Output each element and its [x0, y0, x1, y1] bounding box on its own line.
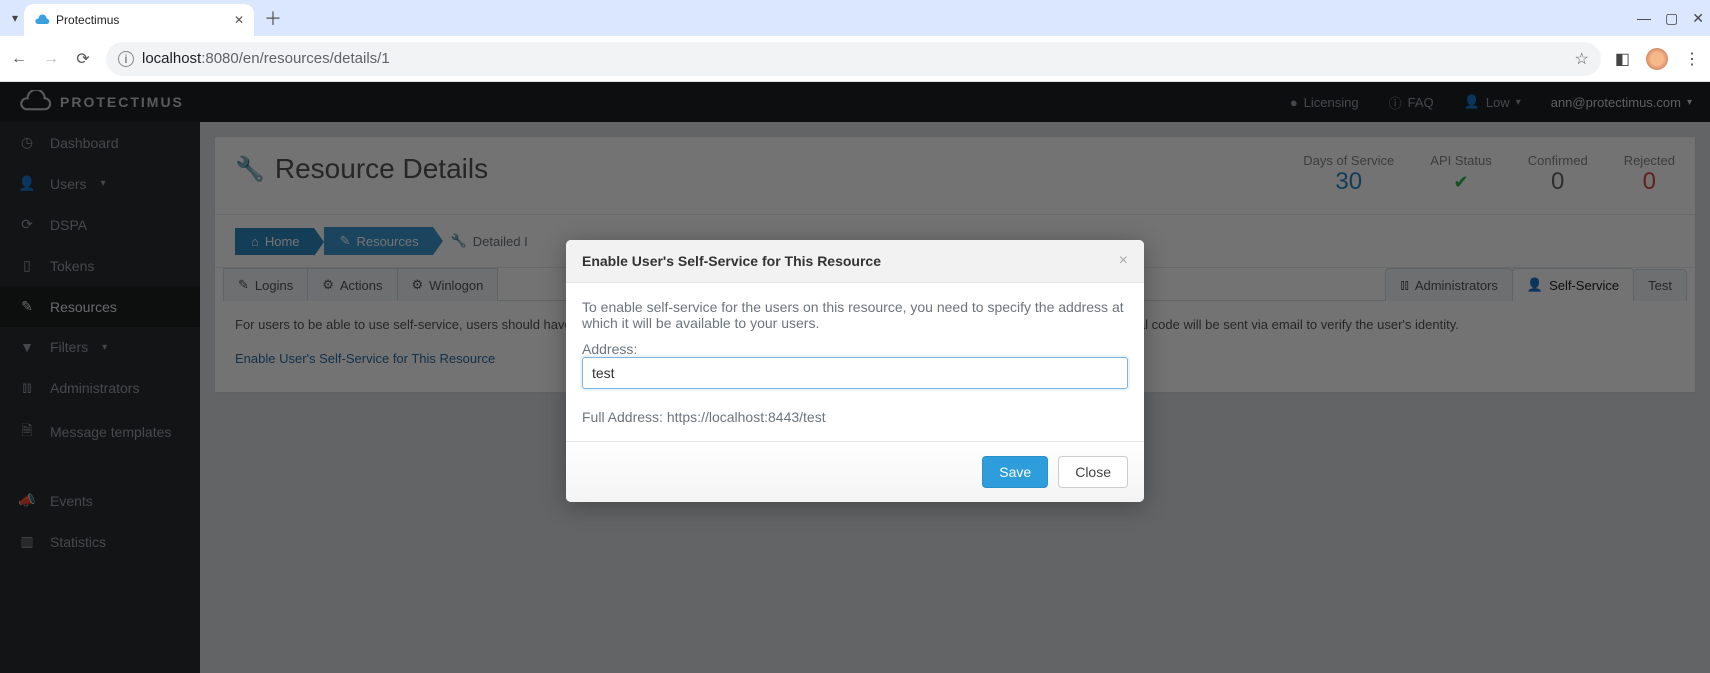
back-icon[interactable]: ← — [10, 50, 28, 68]
maximize-icon[interactable]: ▢ — [1665, 10, 1678, 27]
modal-title: Enable User's Self-Service for This Reso… — [582, 253, 881, 269]
browser-tabstrip: ▾ Protectimus ✕ ＋ — ▢ ✕ — [0, 0, 1710, 36]
site-info-icon[interactable]: i — [118, 51, 134, 67]
browser-toolbar: ← → ⟳ i localhost:8080/en/resources/deta… — [0, 36, 1710, 82]
self-service-modal: Enable User's Self-Service for This Reso… — [566, 240, 1144, 502]
modal-description: To enable self-service for the users on … — [582, 299, 1128, 331]
window-controls: — ▢ ✕ — [1637, 0, 1704, 36]
bookmark-star-icon[interactable]: ☆ — [1575, 49, 1589, 69]
close-button[interactable]: Close — [1058, 456, 1128, 488]
full-address-line: Full Address: https://localhost:8443/tes… — [582, 409, 1128, 425]
tab-favicon — [34, 12, 50, 28]
profile-avatar[interactable] — [1646, 48, 1668, 70]
minimize-icon[interactable]: — — [1637, 10, 1651, 26]
address-input[interactable] — [582, 357, 1128, 389]
url-text: localhost:8080/en/resources/details/1 — [142, 50, 390, 67]
address-label: Address: — [582, 341, 1128, 357]
modal-body: To enable self-service for the users on … — [566, 283, 1144, 441]
side-panel-icon[interactable]: ◧ — [1615, 49, 1630, 69]
forward-icon[interactable]: → — [42, 50, 60, 68]
tabstrip-chevron-icon[interactable]: ▾ — [6, 11, 24, 25]
save-button[interactable]: Save — [982, 456, 1048, 488]
modal-header: Enable User's Self-Service for This Reso… — [566, 240, 1144, 283]
app-root: ◷ Dashboard 👤 Users ▾ ⟳ DSPA ▯ Tokens ✎ … — [0, 82, 1710, 673]
chrome-menu-icon[interactable]: ⋮ — [1684, 49, 1700, 69]
new-tab-button[interactable]: ＋ — [264, 5, 282, 31]
modal-footer: Save Close — [566, 441, 1144, 502]
browser-tab[interactable]: Protectimus ✕ — [24, 4, 254, 36]
tab-close-icon[interactable]: ✕ — [234, 13, 244, 27]
tab-title: Protectimus — [56, 13, 228, 27]
reload-icon[interactable]: ⟳ — [74, 49, 92, 69]
modal-close-icon[interactable]: × — [1119, 252, 1128, 270]
url-bar[interactable]: i localhost:8080/en/resources/details/1 … — [106, 42, 1601, 76]
close-window-icon[interactable]: ✕ — [1692, 10, 1704, 27]
